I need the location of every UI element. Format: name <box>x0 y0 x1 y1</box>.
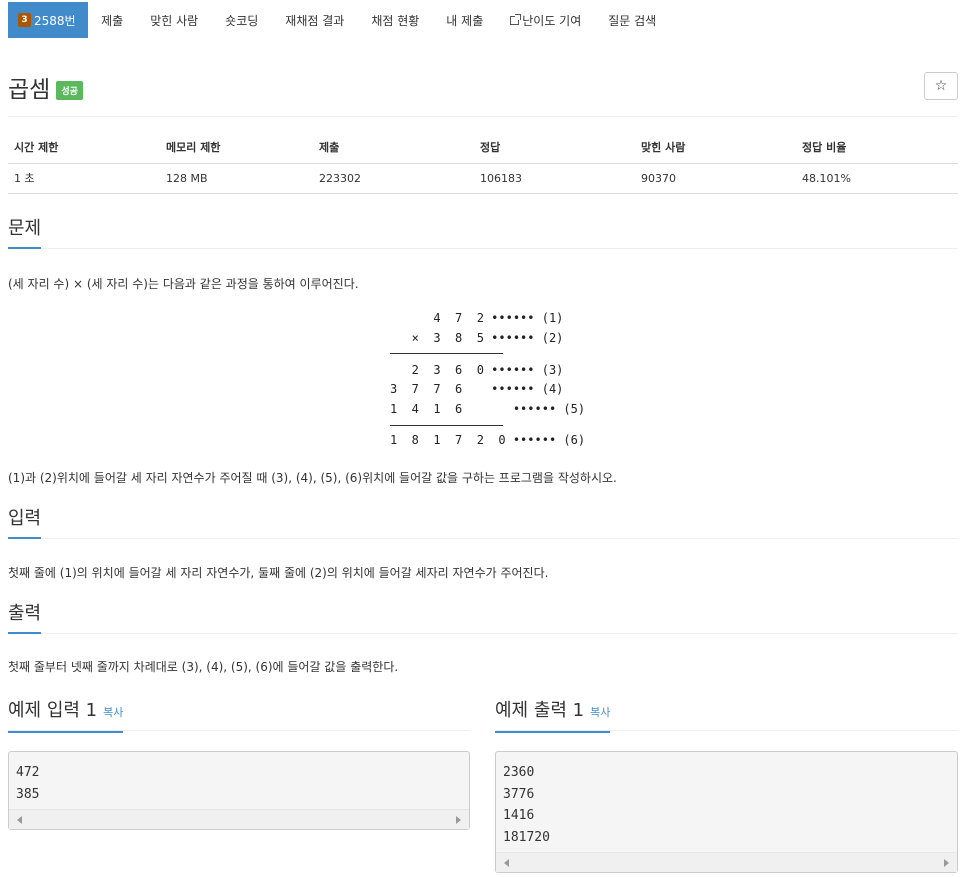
tab-short-coding-label: 숏코딩 <box>225 13 259 28</box>
star-icon: ☆ <box>934 78 948 94</box>
problem-nav: 3 2588번 제출 맞힌 사람 숏코딩 재채점 결과 채점 현황 내 제출 난… <box>8 2 670 38</box>
section-divider <box>8 248 958 249</box>
tab-judge-status[interactable]: 채점 현황 <box>358 2 433 38</box>
scroll-left-icon[interactable] <box>504 859 509 867</box>
cell-accepted: 106183 <box>474 163 635 194</box>
section-input-heading: 입력 <box>8 508 42 539</box>
scroll-right-icon[interactable] <box>456 816 461 824</box>
tab-submit-label: 제출 <box>101 13 124 28</box>
table-header-row: 시간 제한 메모리 제한 제출 정답 맞힌 사람 정답 비율 <box>8 132 958 164</box>
cell-time-limit: 1 초 <box>8 163 160 194</box>
figure-row: 4 7 2 •••••• (1) <box>390 311 564 325</box>
figure-row: 1 8 1 7 2 0 •••••• (6) <box>390 433 586 447</box>
sample-input-line: 385 <box>16 786 40 802</box>
sample-output-heading: 예제 출력 1 복사 <box>495 700 611 733</box>
sample-input-line: 472 <box>16 765 40 780</box>
tab-problem-number-label: 2588번 <box>34 13 76 28</box>
cell-memory-limit: 128 MB <box>160 163 313 194</box>
external-link-icon <box>510 13 522 25</box>
tab-short-coding[interactable]: 숏코딩 <box>212 2 272 38</box>
tab-question-search-label: 질문 검색 <box>608 13 657 28</box>
problem-description: (세 자리 수) × (세 자리 수)는 다음과 같은 과정을 통하여 이루어진… <box>8 277 359 291</box>
tab-rejudge-results-label: 재채점 결과 <box>285 13 345 28</box>
sample-output-line: 2360 <box>503 765 535 780</box>
horizontal-scrollbar[interactable] <box>496 852 957 872</box>
section-output-heading: 출력 <box>8 603 42 634</box>
cell-submissions: 223302 <box>313 163 474 194</box>
sample-output-line: 181720 <box>503 829 550 845</box>
problem-info-table: 시간 제한 메모리 제한 제출 정답 맞힌 사람 정답 비율 1 초 128 M… <box>8 132 958 194</box>
figure-row: 3 7 7 6 •••••• (4) <box>390 382 564 396</box>
problem-title-row: 곱셈 성공 <box>8 70 83 104</box>
status-badge: 성공 <box>56 80 83 100</box>
figure-row: 2 3 6 0 •••••• (3) <box>390 363 564 377</box>
header-accepted: 정답 <box>474 132 635 164</box>
section-divider <box>8 538 958 539</box>
figure-row: 1 4 1 6 •••••• (5) <box>390 402 586 416</box>
tab-rejudge-results[interactable]: 재채점 결과 <box>272 2 358 38</box>
problem-description-2: (1)과 (2)위치에 들어갈 세 자리 자연수가 주어질 때 (3), (4)… <box>8 471 617 485</box>
copy-sample-input-button[interactable]: 복사 <box>103 706 123 719</box>
table-row: 1 초 128 MB 223302 106183 90370 48.101% <box>8 163 958 194</box>
tab-submit[interactable]: 제출 <box>88 2 137 38</box>
sample-input-heading: 예제 입력 1 복사 <box>8 700 124 733</box>
tab-solved-users[interactable]: 맞힌 사람 <box>137 2 212 38</box>
sample-output-title: 예제 출력 1 <box>495 700 585 721</box>
copy-sample-output-button[interactable]: 복사 <box>590 706 610 719</box>
sample-output-box[interactable]: 2360 3776 1416 181720 <box>495 751 958 873</box>
header-time-limit: 시간 제한 <box>8 132 160 164</box>
horizontal-scrollbar[interactable] <box>9 809 469 829</box>
tab-judge-status-label: 채점 현황 <box>371 13 420 28</box>
favorite-button[interactable]: ☆ <box>924 72 958 100</box>
tab-difficulty-contribution[interactable]: 난이도 기여 <box>497 2 595 38</box>
tab-my-submissions[interactable]: 내 제출 <box>433 2 497 38</box>
scroll-left-icon[interactable] <box>17 816 22 824</box>
header-memory-limit: 메모리 제한 <box>160 132 313 164</box>
figure-rule <box>390 353 503 354</box>
tab-difficulty-contribution-label: 난이도 기여 <box>522 13 582 28</box>
tab-question-search[interactable]: 질문 검색 <box>595 2 670 38</box>
sample-output-line: 3776 <box>503 786 535 802</box>
title-divider <box>8 116 958 117</box>
problem-title: 곱셈 <box>8 77 51 103</box>
section-divider <box>8 633 958 634</box>
tier-icon: 3 <box>18 13 31 27</box>
output-description: 첫째 줄부터 넷째 줄까지 차례대로 (3), (4), (5), (6)에 들… <box>8 660 399 674</box>
sample-input-box[interactable]: 472 385 <box>8 751 470 830</box>
input-description: 첫째 줄에 (1)의 위치에 들어갈 세 자리 자연수가, 둘째 줄에 (2)의… <box>8 566 549 580</box>
section-problem-heading: 문제 <box>8 218 42 249</box>
tab-problem-number[interactable]: 3 2588번 <box>8 2 88 38</box>
header-submissions: 제출 <box>313 132 474 164</box>
sample-output-line: 1416 <box>503 808 535 823</box>
header-solved-users: 맞힌 사람 <box>635 132 796 164</box>
figure-row: × 3 8 5 •••••• (2) <box>390 331 564 345</box>
scroll-right-icon[interactable] <box>944 859 949 867</box>
tab-my-submissions-label: 내 제출 <box>446 13 484 28</box>
header-accept-ratio: 정답 비율 <box>796 132 958 164</box>
cell-accept-ratio: 48.101% <box>796 163 958 194</box>
tab-solved-users-label: 맞힌 사람 <box>150 13 199 28</box>
cell-solved-users: 90370 <box>635 163 796 194</box>
sample-input-title: 예제 입력 1 <box>8 700 98 721</box>
figure-rule <box>390 425 503 426</box>
